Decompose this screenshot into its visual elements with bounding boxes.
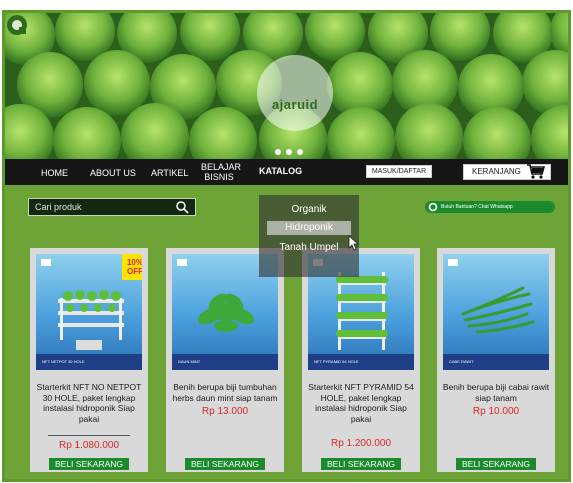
product-price: Rp 10.000: [472, 406, 520, 417]
nav-about-us[interactable]: ABOUT US: [90, 168, 136, 178]
chili-icon: [461, 286, 535, 334]
product-tag: CABE RAWIT: [449, 359, 474, 364]
logo-text: ajaruid: [271, 97, 319, 112]
nav-home[interactable]: HOME: [41, 168, 68, 178]
product-tag-strip: CABE RAWIT: [443, 354, 549, 370]
page-frame: ajaruid HOME ABOUT US ARTIKEL BELAJAR BI…: [2, 10, 571, 482]
product-card[interactable]: NFT PYRAMID 54 HOLE Starterkit NFT PYRAM…: [302, 248, 420, 472]
product-tag-strip: NFT PYRAMID 54 HOLE: [308, 354, 414, 370]
product-price: Rp 1.200.000: [330, 438, 392, 449]
logo-icon: [7, 15, 27, 35]
carousel-dots: [275, 149, 303, 155]
dropdown-item-organik[interactable]: Organik: [267, 203, 351, 217]
product-title[interactable]: Starterkit NFT PYRAMID 54 HOLE, paket le…: [306, 382, 416, 424]
cart-icon: [527, 164, 545, 179]
logo-badge: [257, 55, 333, 131]
search-input[interactable]: Cari produk: [28, 198, 196, 216]
product-image[interactable]: CABE RAWIT: [443, 254, 549, 370]
product-tag: DAUN MINT: [178, 359, 201, 364]
carousel-dot[interactable]: [275, 149, 281, 155]
whatsapp-chat-button[interactable]: Butuh Bantuan? Chat Whatsapp: [425, 201, 555, 213]
nav-belajar-bisnis[interactable]: BELAJAR BISNIS: [201, 162, 241, 182]
product-card[interactable]: NFT NETPOT 30 HOLE 10% OFF Starterkit NF…: [30, 248, 148, 472]
search-placeholder: Cari produk: [35, 202, 82, 212]
product-title[interactable]: Starterkit NFT NO NETPOT 30 HOLE, paket …: [34, 382, 144, 424]
discount-badge: 10% OFF: [122, 254, 142, 280]
nav-artikel[interactable]: ARTIKEL: [151, 168, 188, 178]
price-divider: [48, 435, 130, 436]
dropdown-item-hidroponik[interactable]: Hidroponik: [267, 221, 351, 235]
product-card[interactable]: DAUN MINT Benih berupa biji tumbuhan her…: [166, 248, 284, 472]
dropdown-item-tanah[interactable]: Tanah Umpel: [267, 241, 351, 255]
mouse-cursor-icon: [348, 235, 360, 251]
nav-katalog[interactable]: KATALOG: [259, 166, 302, 176]
main-nav: HOME ABOUT US ARTIKEL BELAJAR BISNIS KAT…: [5, 159, 568, 185]
product-title[interactable]: Benih berupa biji cabai rawit siap tanam: [441, 382, 551, 403]
buy-now-button[interactable]: BELI SEKARANG: [321, 458, 401, 470]
katalog-dropdown: Organik Hidroponik Tanah Umpel: [259, 195, 359, 277]
hero-banner: ajaruid: [5, 13, 568, 159]
product-price: Rp 1.080.000: [58, 440, 120, 451]
cart-label: KERANJANG: [472, 167, 521, 176]
buy-now-button[interactable]: BELI SEKARANG: [185, 458, 265, 470]
buy-now-button[interactable]: BELI SEKARANG: [49, 458, 129, 470]
product-tag: NFT PYRAMID 54 HOLE: [314, 359, 359, 364]
login-button[interactable]: MASUK/DAFTAR: [366, 165, 432, 178]
product-tag-strip: DAUN MINT: [172, 354, 278, 370]
product-tag: NFT NETPOT 30 HOLE: [42, 359, 85, 364]
buy-now-button[interactable]: BELI SEKARANG: [456, 458, 536, 470]
search-icon[interactable]: [176, 201, 189, 214]
whatsapp-icon: [428, 202, 438, 212]
carousel-dot[interactable]: [297, 149, 303, 155]
carousel-dot[interactable]: [286, 149, 292, 155]
product-tag-strip: NFT NETPOT 30 HOLE: [36, 354, 142, 370]
product-card[interactable]: CABE RAWIT Benih berupa biji cabai rawit…: [437, 248, 555, 472]
product-title[interactable]: Benih berupa biji tumbuhan herbs daun mi…: [170, 382, 280, 403]
whatsapp-label: Butuh Bantuan? Chat Whatsapp: [441, 204, 513, 210]
product-price: Rp 13.000: [201, 406, 249, 417]
product-image[interactable]: NFT NETPOT 30 HOLE 10% OFF: [36, 254, 142, 370]
